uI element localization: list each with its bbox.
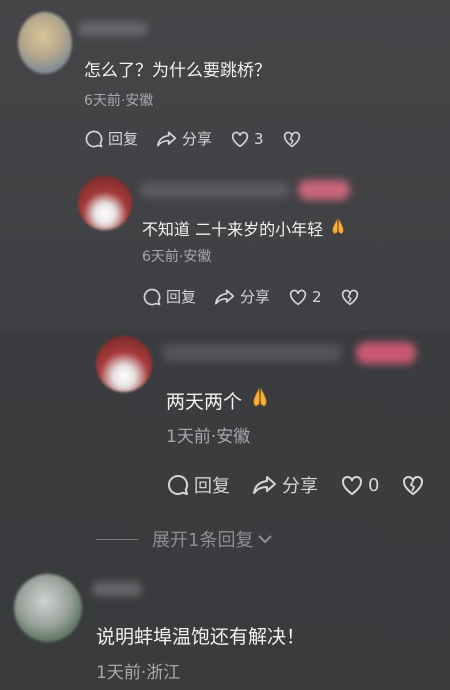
reply-actions: 回复 分享 2 (142, 286, 378, 307)
share-button[interactable]: 分享 (156, 128, 212, 149)
author-tag-blurred (298, 180, 350, 200)
avatar[interactable] (78, 176, 132, 230)
comment-panel-2: 两天两个 1天前·安徽 回复 分享 0 展开1条回复 说明蚌埠温饱还有解决！ 1… (0, 330, 450, 690)
share-button[interactable]: 分享 (214, 286, 270, 307)
broken-heart-icon (341, 289, 358, 305)
divider (96, 538, 138, 540)
share-icon (157, 131, 177, 146)
reply-label: 回复 (108, 130, 139, 148)
reply-actions: 回复 分享 0 (166, 472, 443, 498)
reply-meta: 6天前·安徽 (142, 249, 212, 265)
reply-meta: 1天前·安徽 (166, 427, 251, 447)
heart-icon (342, 475, 362, 496)
expand-replies-button[interactable]: 展开1条回复 (96, 526, 273, 552)
reply-button[interactable]: 回复 (166, 472, 230, 498)
like-button[interactable]: 2 (288, 288, 322, 306)
author-tag-blurred (356, 342, 416, 364)
chevron-down-icon (258, 535, 273, 544)
comment-text: 说明蚌埠温饱还有解决！ (96, 626, 306, 648)
like-count: 3 (254, 129, 264, 148)
heart-icon (289, 289, 307, 305)
reply-icon (85, 130, 103, 147)
reply-icon (167, 474, 189, 495)
comment-actions: 回复 分享 3 (84, 128, 320, 149)
avatar[interactable] (14, 574, 82, 642)
like-button[interactable]: 0 (340, 474, 379, 496)
pray-emoji-icon (332, 218, 344, 235)
reply-text: 两天两个 (166, 386, 272, 414)
reply-label: 回复 (166, 288, 197, 306)
reply-label: 回复 (194, 476, 230, 497)
share-button[interactable]: 分享 (252, 472, 318, 498)
broken-heart-icon (283, 131, 300, 147)
share-label: 分享 (182, 130, 213, 148)
like-count: 2 (312, 287, 322, 306)
share-label: 分享 (240, 288, 271, 306)
dislike-button[interactable] (401, 474, 425, 496)
reply-icon (143, 288, 161, 305)
comment-text: 怎么了？为什么要跳桥？ (84, 61, 271, 81)
username-blurred[interactable] (140, 182, 290, 198)
reply-text: 不知道 二十来岁的小年轻 (142, 216, 348, 240)
comment-meta: 1天前·浙江 (96, 663, 181, 683)
reply-button[interactable]: 回复 (142, 286, 196, 307)
broken-heart-icon (403, 475, 424, 496)
comment-panel-1: 怎么了？为什么要跳桥？ 6天前·安徽 回复 分享 3 不知道 二十来岁的小年轻 … (0, 0, 450, 330)
avatar[interactable] (96, 336, 152, 392)
reply-button[interactable]: 回复 (84, 128, 138, 149)
share-label: 分享 (282, 476, 318, 497)
like-button[interactable]: 3 (230, 130, 264, 148)
like-count: 0 (368, 474, 380, 496)
pray-emoji-icon (253, 387, 267, 407)
dislike-button[interactable] (340, 288, 360, 306)
share-icon (215, 289, 235, 304)
expand-replies-label: 展开1条回复 (152, 530, 254, 551)
dislike-button[interactable] (282, 130, 302, 148)
heart-icon (231, 131, 249, 147)
username-blurred[interactable] (92, 582, 142, 596)
username-blurred[interactable] (162, 344, 342, 362)
username-blurred[interactable] (78, 22, 148, 36)
avatar[interactable] (18, 12, 72, 74)
share-icon (253, 476, 276, 494)
comment-meta: 6天前·安徽 (84, 93, 154, 109)
